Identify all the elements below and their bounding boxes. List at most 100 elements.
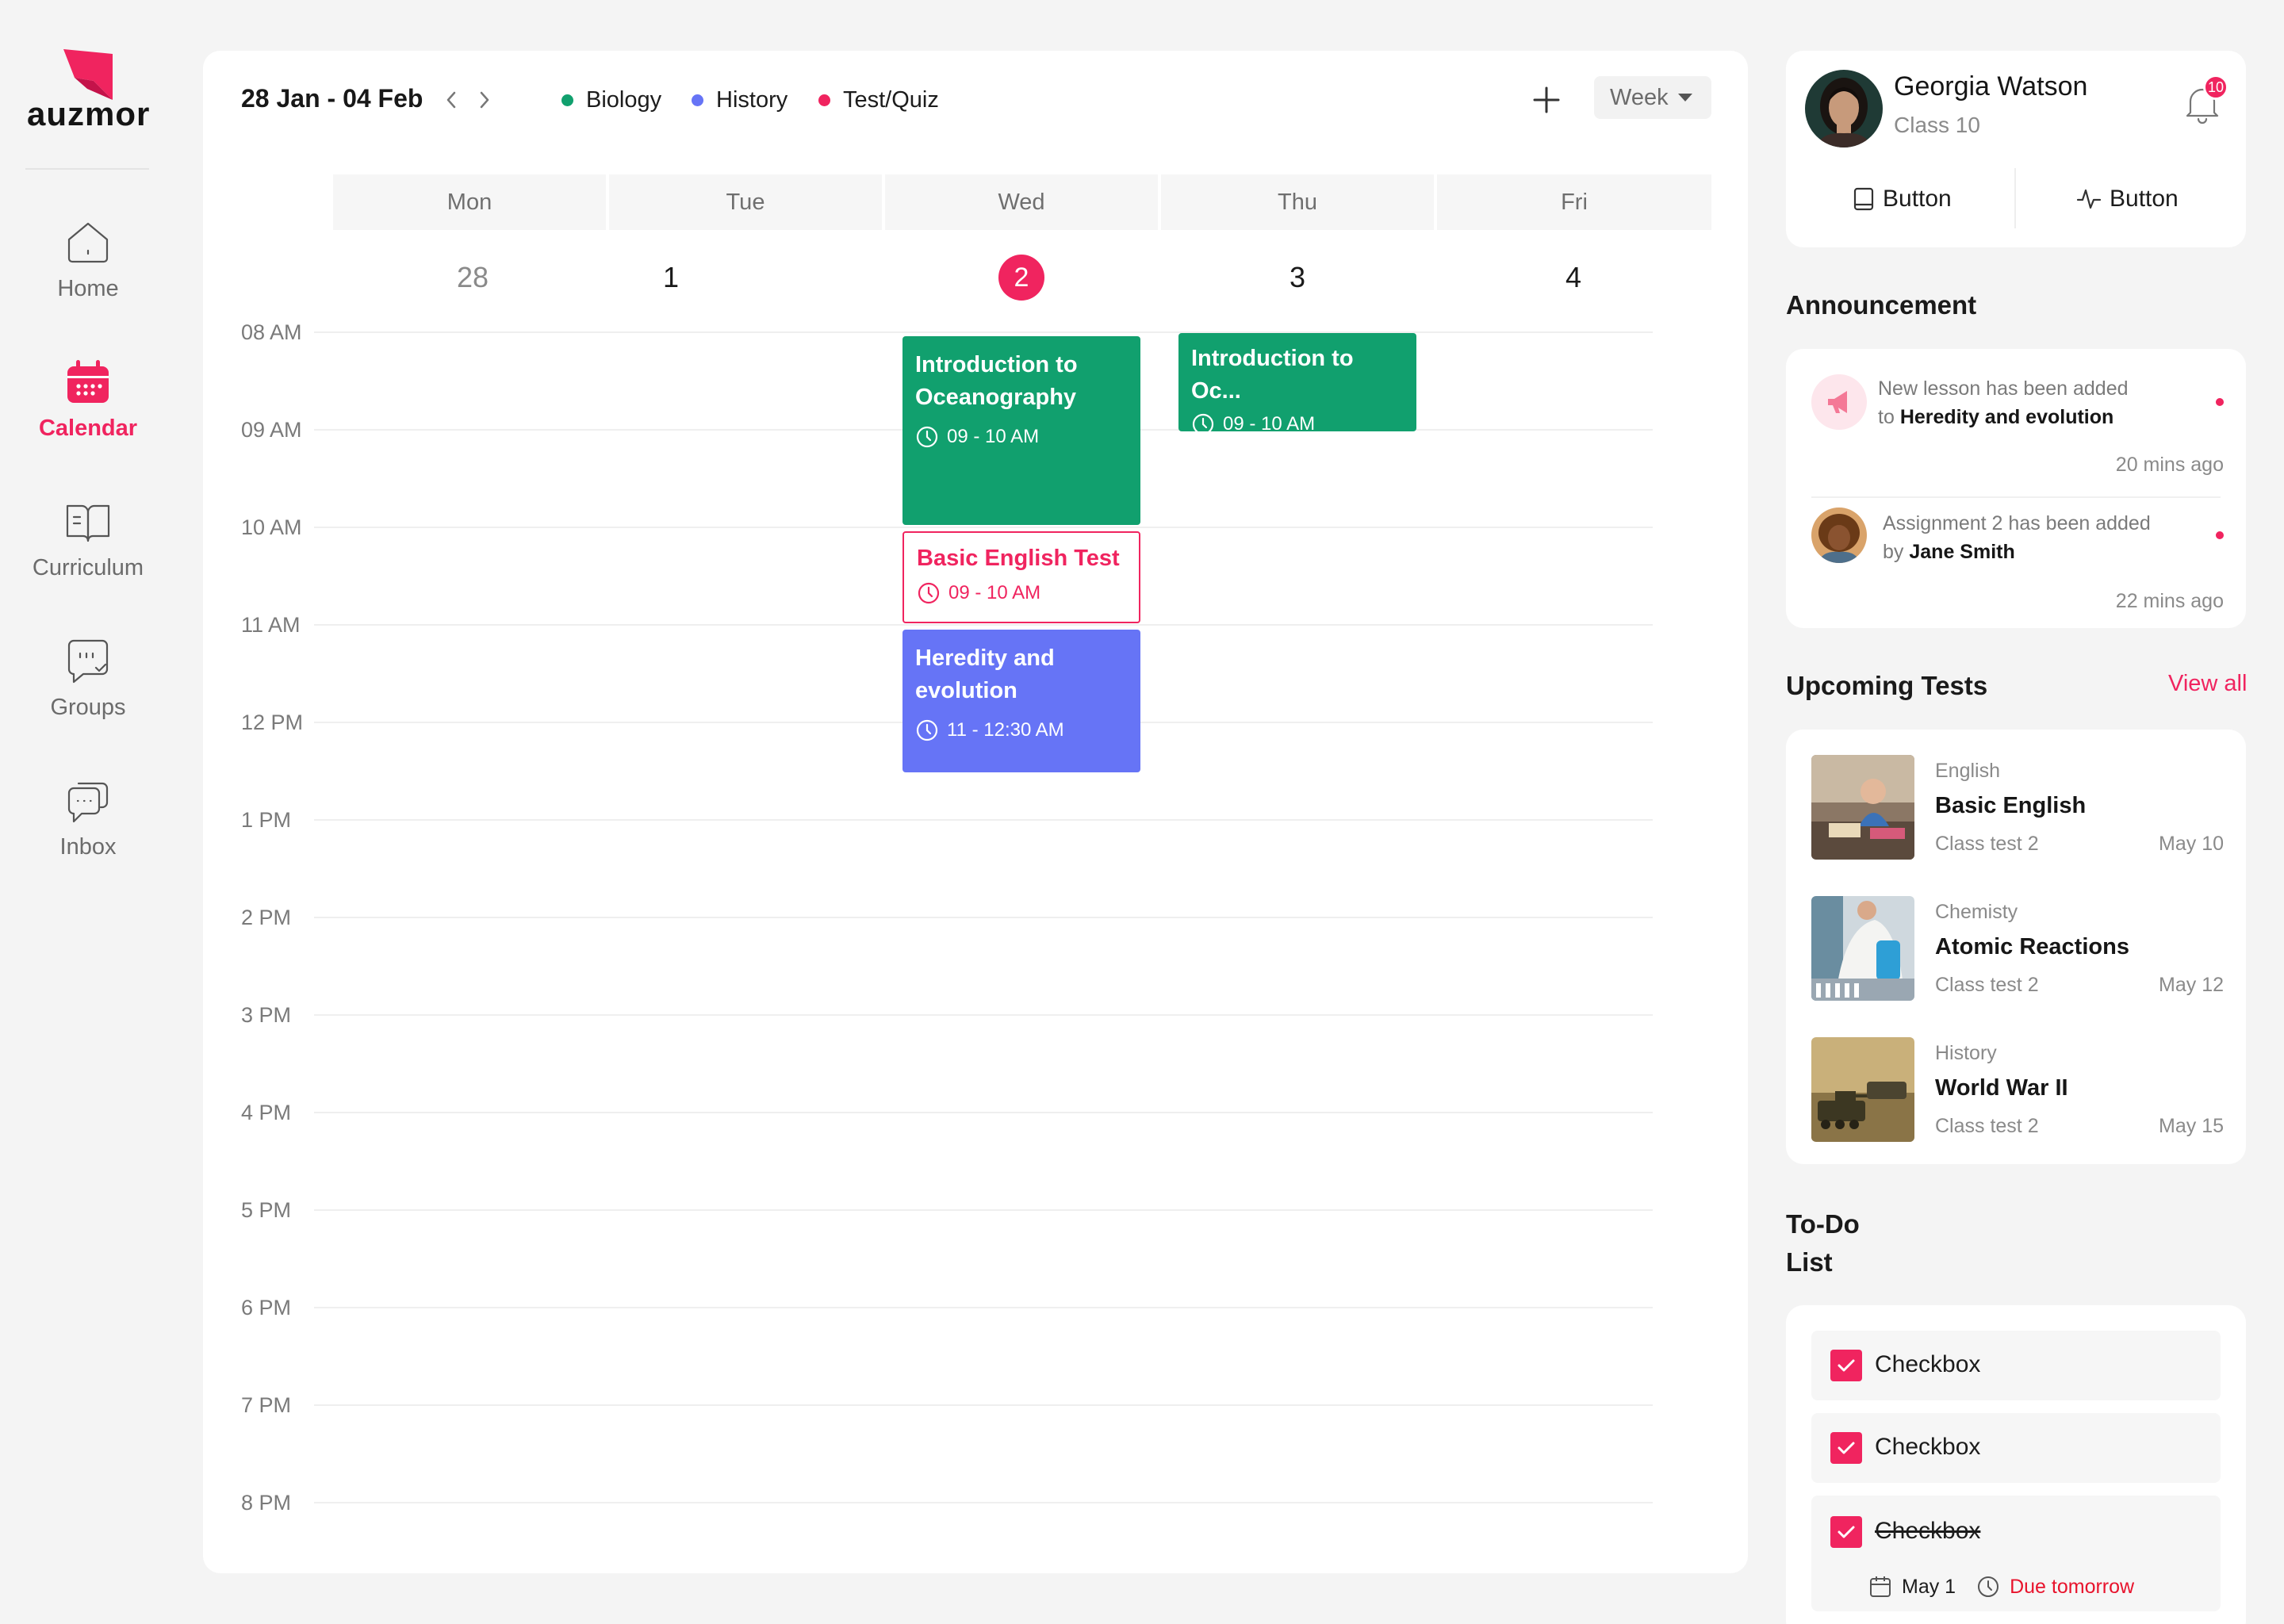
announcement-subject: Jane Smith <box>1909 541 2015 563</box>
announcement-text: New lesson has been added <box>1878 377 2129 400</box>
upcoming-tests-heading: Upcoming Tests <box>1786 671 1988 700</box>
profile-name: Georgia Watson <box>1894 71 2088 102</box>
sidebar-item-home[interactable]: Home <box>0 219 176 314</box>
test-class: Class test 2 <box>1935 974 2039 996</box>
time-label: 2 PM <box>241 906 292 929</box>
todo-checkbox[interactable] <box>1830 1516 1862 1548</box>
todo-item[interactable]: Checkbox May 1 Due tomorrow <box>1811 1496 2221 1611</box>
test-name: Atomic Reactions <box>1935 934 2129 959</box>
hour-gridline <box>314 1307 1653 1308</box>
check-icon <box>1838 1442 1855 1454</box>
prev-week-button[interactable] <box>438 84 465 116</box>
announcement-item[interactable]: New lesson has been added to Heredity an… <box>1811 374 2224 485</box>
home-icon <box>67 222 109 263</box>
sidebar-item-label: Inbox <box>59 834 117 860</box>
event-time-label: 09 - 10 AM <box>1223 413 1316 431</box>
event-card-test[interactable]: Basic English Test 09 - 10 AM <box>902 531 1140 623</box>
add-event-button[interactable] <box>1524 78 1569 122</box>
view-all-link[interactable]: View all <box>2168 671 2247 697</box>
announcement-divider <box>1811 496 2221 498</box>
sidebar-item-label: Home <box>57 276 119 301</box>
notification-count-badge: 10 <box>2203 75 2228 100</box>
clock-icon <box>916 426 938 448</box>
test-item[interactable]: English Basic English Class test 2 May 1… <box>1811 755 2224 860</box>
time-label: 5 PM <box>241 1198 292 1222</box>
day-header-thu: Thu <box>1161 174 1434 230</box>
event-card-history[interactable]: Heredity and evolution 11 - 12:30 AM <box>902 630 1140 772</box>
check-icon <box>1838 1359 1855 1372</box>
day-number-mon[interactable]: 28 <box>441 254 504 301</box>
announcement-prefix: by <box>1883 541 1904 563</box>
avatar <box>1811 508 1867 563</box>
next-week-button[interactable] <box>471 84 498 116</box>
logo-mark-icon <box>63 49 113 100</box>
announcement-item[interactable]: Assignment 2 has been added by Jane Smit… <box>1811 508 2224 619</box>
todo-meta: May 1 Due tomorrow <box>1868 1575 2134 1599</box>
event-card-biology[interactable]: Introduction to Oceanography 09 - 10 AM <box>902 336 1140 525</box>
brand-name: auzmor <box>27 95 151 132</box>
avatar[interactable] <box>1805 70 1883 147</box>
hour-gridline <box>314 624 1653 626</box>
event-time: 09 - 10 AM <box>915 425 1128 449</box>
sidebar-item-calendar[interactable]: Calendar <box>0 358 176 454</box>
event-time: 11 - 12:30 AM <box>915 718 1128 742</box>
chevron-right-icon <box>480 91 489 109</box>
day-header-tue: Tue <box>609 174 882 230</box>
todo-card: Checkbox Checkbox Checkbox May 1 Due tom… <box>1786 1305 2246 1624</box>
test-subject: History <box>1935 1042 1997 1064</box>
brand-logo[interactable]: auzmor <box>25 48 152 135</box>
test-item[interactable]: History World War II Class test 2 May 15 <box>1811 1037 2224 1142</box>
calendar-panel: 28 Jan - 04 Feb Biology History Test/Qui… <box>203 51 1748 1573</box>
test-name: World War II <box>1935 1075 2068 1101</box>
time-label: 09 AM <box>241 418 302 442</box>
sidebar-item-label: Calendar <box>38 416 138 441</box>
announcement-card: New lesson has been added to Heredity an… <box>1786 349 2246 628</box>
hour-gridline <box>314 1502 1653 1503</box>
time-label: 11 AM <box>241 613 301 637</box>
time-label: 08 AM <box>241 320 302 344</box>
todo-label: Checkbox <box>1875 1434 1981 1460</box>
todo-item[interactable]: Checkbox <box>1811 1413 2221 1483</box>
day-number-wed[interactable]: 2 <box>998 254 1045 301</box>
day-header-wed: Wed <box>885 174 1158 230</box>
unread-dot <box>2216 531 2224 539</box>
hour-gridline <box>314 819 1653 821</box>
notifications-button[interactable]: 10 <box>2182 75 2230 124</box>
check-icon <box>1838 1526 1855 1538</box>
legend-label: Test/Quiz <box>843 86 939 113</box>
todo-label: Checkbox <box>1875 1518 1981 1544</box>
time-label: 8 PM <box>241 1491 292 1515</box>
event-title: Introduction to Oc... <box>1191 346 1354 404</box>
view-select-dropdown[interactable]: Week <box>1594 76 1711 119</box>
legend-item-test-quiz: Test/Quiz <box>818 84 939 116</box>
profile-button-2[interactable]: Button <box>2076 179 2179 219</box>
sidebar-item-curriculum[interactable]: Curriculum <box>0 498 176 593</box>
hour-gridline <box>314 527 1653 528</box>
calendar-icon <box>1870 1576 1891 1597</box>
day-number-fri[interactable]: 4 <box>1550 254 1597 301</box>
plus-icon <box>1533 86 1560 113</box>
profile-class: Class 10 <box>1894 113 1980 137</box>
day-number-tue[interactable]: 1 <box>647 254 695 301</box>
todo-heading-line: List <box>1786 1247 1833 1277</box>
profile-button-1[interactable]: Button <box>1853 179 1952 219</box>
todo-item[interactable]: Checkbox <box>1811 1331 2221 1400</box>
announcement-time: 22 mins ago <box>2115 590 2224 612</box>
todo-checkbox[interactable] <box>1830 1350 1862 1381</box>
test-date: May 12 <box>2159 974 2224 996</box>
day-number-thu[interactable]: 3 <box>1274 254 1321 301</box>
sidebar-item-groups[interactable]: Groups <box>0 638 176 733</box>
announcement-subject: Heredity and evolution <box>1899 406 2114 428</box>
event-card-biology-thu[interactable]: Introduction to Oc... 09 - 10 AM <box>1178 333 1416 431</box>
legend-dot <box>692 94 703 106</box>
test-class: Class test 2 <box>1935 1115 2039 1137</box>
legend-label: Biology <box>586 86 662 113</box>
clock-icon <box>1978 1576 1999 1597</box>
sidebar-item-inbox[interactable]: Inbox <box>0 777 176 872</box>
test-item[interactable]: Chemisty Atomic Reactions Class test 2 M… <box>1811 896 2224 1001</box>
unread-dot <box>2216 398 2224 406</box>
legend-dot <box>561 94 573 106</box>
chevron-left-icon <box>446 91 456 109</box>
event-time-label: 11 - 12:30 AM <box>947 719 1064 741</box>
todo-checkbox[interactable] <box>1830 1432 1862 1464</box>
